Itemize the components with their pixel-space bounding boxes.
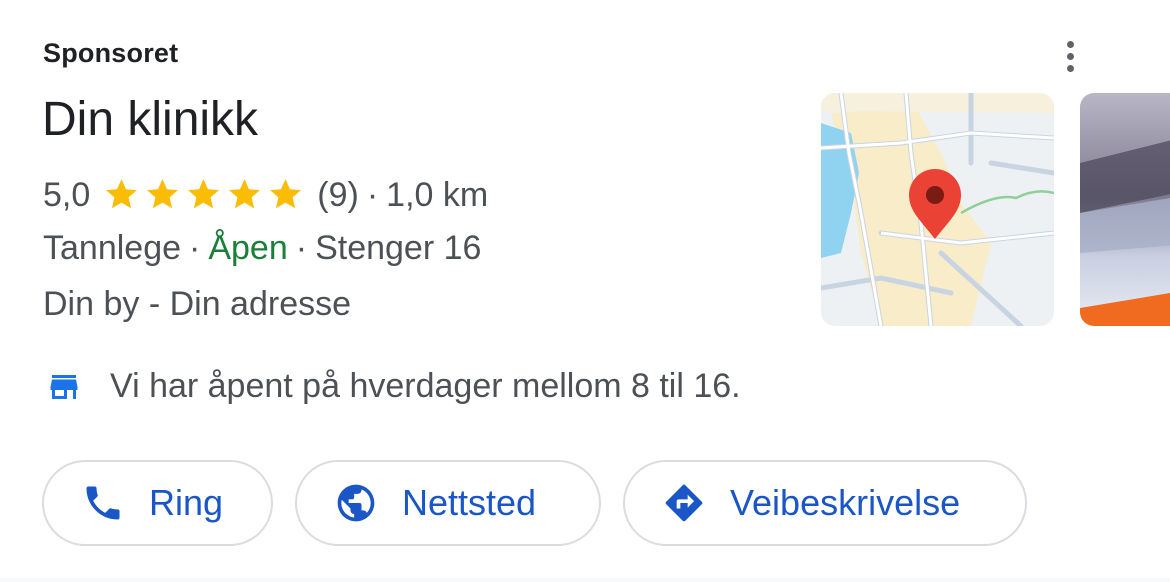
directions-button-label: Veibeskrivelse	[730, 482, 961, 523]
business-name[interactable]: Din klinikk	[42, 96, 258, 144]
globe-icon	[337, 484, 375, 522]
star-rating	[102, 176, 305, 213]
business-address: Din by - Din adresse	[43, 285, 352, 323]
business-notice: Vi har åpent på hverdager mellom 8 til 1…	[46, 367, 741, 406]
star-icon	[188, 179, 220, 209]
more-options-button[interactable]	[1052, 36, 1088, 76]
notice-text: Vi har åpent på hverdager mellom 8 til 1…	[110, 367, 741, 405]
directions-button[interactable]: Veibeskrivelse	[623, 460, 1027, 546]
storefront-icon	[50, 374, 78, 399]
rating-score: 5,0	[43, 175, 91, 214]
business-category: Tannlege	[43, 229, 182, 267]
more-dot	[1066, 64, 1074, 72]
more-dot	[1066, 40, 1074, 48]
phone-icon	[86, 486, 120, 520]
category-row: Tannlege · Åpen · Stenger 16	[43, 231, 481, 265]
rating-row: 5,0 (9) · 1,0 km	[43, 176, 488, 213]
distance: 1,0 km	[386, 175, 489, 214]
review-count[interactable]: (9)	[317, 178, 359, 212]
map-thumbnail[interactable]	[821, 93, 1054, 326]
directions-icon	[665, 484, 703, 522]
separator: ·	[366, 175, 379, 214]
separator: ·	[295, 229, 308, 267]
business-photo	[1080, 93, 1170, 326]
business-photo-thumbnail[interactable]	[1080, 93, 1170, 326]
star-icon	[270, 179, 302, 209]
star-icon	[147, 179, 179, 209]
sponsored-place-card: Sponsoret Din klinikk 5,0 (9) · 1,0 km T…	[0, 0, 1170, 578]
website-button[interactable]: Nettsted	[295, 460, 601, 546]
map-image	[821, 93, 1054, 326]
star-icon	[106, 179, 138, 209]
closing-time: Stenger 16	[315, 229, 482, 267]
star-icon	[229, 179, 261, 209]
call-button[interactable]: Ring	[42, 460, 273, 546]
address-row: Din by - Din adresse	[43, 287, 351, 321]
more-dot	[1066, 52, 1074, 60]
call-button-label: Ring	[149, 482, 224, 523]
open-status: Åpen	[208, 229, 288, 267]
sponsored-label: Sponsoret	[43, 38, 179, 68]
website-button-label: Nettsted	[402, 482, 537, 523]
separator: ·	[189, 229, 201, 267]
